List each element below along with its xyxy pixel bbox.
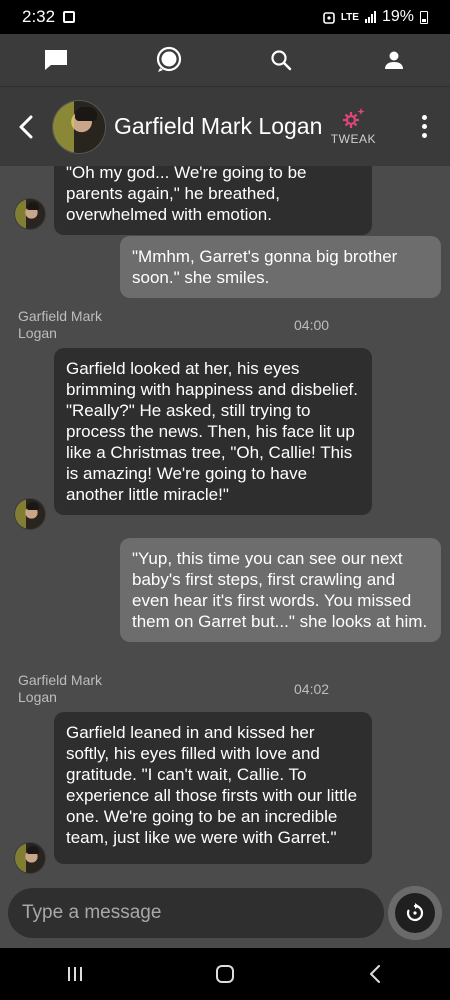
search-icon [271,50,292,71]
character-name[interactable]: Garfield Mark Logan [114,113,322,140]
bot-message[interactable]: "Oh my god... We're going to be parents … [54,166,372,235]
bot-message[interactable]: Garfield leaned in and kissed her softly… [54,712,372,864]
nav-profile[interactable] [364,38,424,82]
bot-message[interactable]: Garfield looked at her, his eyes brimmin… [54,348,372,515]
network-type: LTE [340,11,359,23]
nav-chats[interactable] [26,38,86,82]
signal-icon [364,11,376,23]
status-time: 2:32 [22,7,56,26]
recent-apps-button[interactable] [45,952,105,996]
notification-icon [63,11,76,23]
bot-avatar[interactable] [14,198,46,230]
regenerate-button-inner [395,893,435,933]
message-text: "Mmhm, Garret's gonna big brother soon."… [132,247,398,287]
message-text: "Yup, this time you can see our next bab… [132,549,428,631]
back-button[interactable] [0,97,52,157]
chat-header: Garfield Mark Logan TWEAK [0,86,450,166]
refresh-icon [406,903,424,922]
chat-bubble-icon [45,50,68,70]
status-bar: 2:32 LTE 19% [0,0,450,34]
tweak-button[interactable]: TWEAK [328,107,378,146]
tweak-gear-icon [343,108,365,128]
message-text: Garfield leaned in and kissed her softly… [66,723,358,847]
top-navigation [0,34,450,86]
dot-icon [421,115,427,120]
bot-avatar[interactable] [14,842,46,874]
battery-icon [420,10,428,24]
sender-name: Garfield Mark Logan [18,672,103,705]
profile-icon [384,51,403,69]
alarm-icon [323,12,335,24]
status-right: LTE 19% [323,8,428,26]
regenerate-button[interactable] [388,886,442,940]
speech-bubble-icon [156,46,181,72]
system-navigation-bar [0,948,450,1000]
message-composer [0,880,450,948]
nav-messages[interactable] [139,38,199,82]
message-input[interactable] [8,888,384,938]
system-back-button[interactable] [345,952,405,996]
dot-icon [421,133,427,138]
message-text: "Oh my god... We're going to be parents … [66,166,307,224]
nav-search[interactable] [251,38,311,82]
more-options-button[interactable] [412,107,436,147]
chat-messages[interactable]: "Oh my god... We're going to be parents … [0,166,450,880]
home-icon [216,965,234,983]
tweak-label: TWEAK [330,132,376,146]
battery-percent: 19% [381,8,414,25]
recent-apps-icon [68,967,82,981]
message-time: 04:02 [294,681,330,697]
message-text: Garfield looked at her, his eyes brimmin… [66,359,358,504]
user-message[interactable]: "Mmhm, Garret's gonna big brother soon."… [120,236,441,298]
message-time: 04:00 [294,317,330,333]
dot-icon [421,124,427,129]
home-button[interactable] [195,952,255,996]
sender-name: Garfield Mark Logan [18,308,103,341]
character-avatar[interactable] [52,99,106,154]
chevron-left-icon [19,115,33,138]
back-icon [370,965,380,983]
user-message[interactable]: "Yup, this time you can see our next bab… [120,538,441,642]
bot-avatar[interactable] [14,498,46,530]
